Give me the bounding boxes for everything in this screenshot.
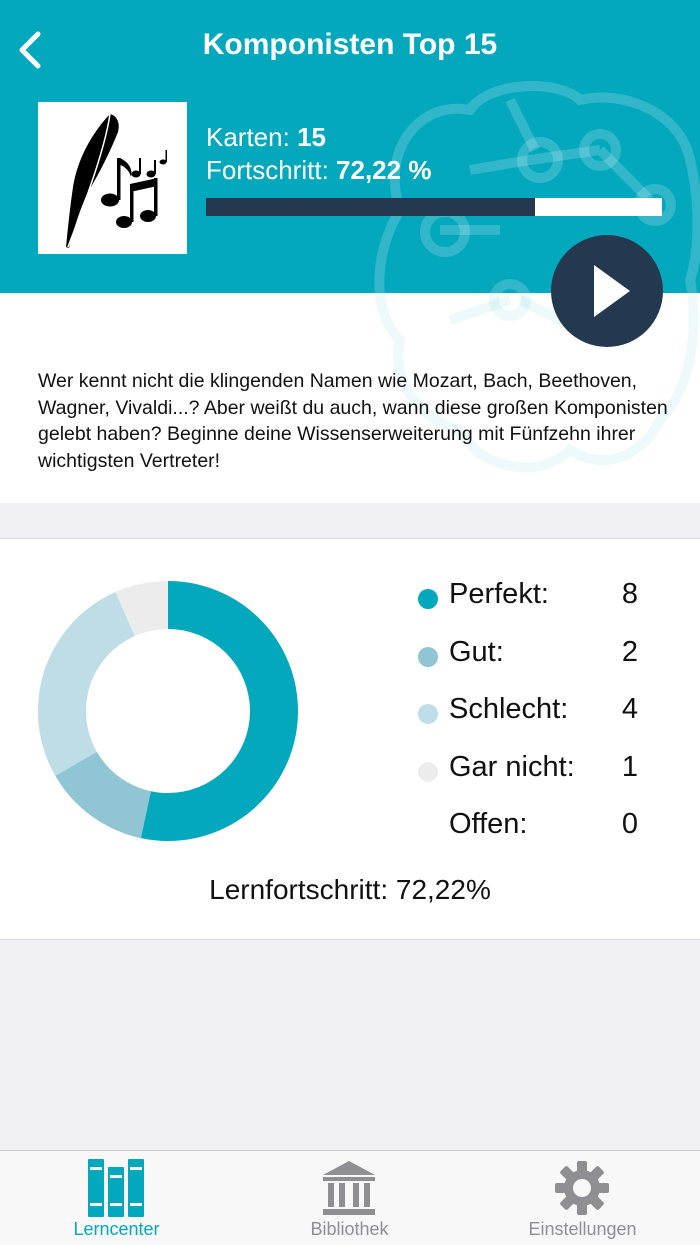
legend-value: 2 [621,635,638,668]
play-icon [594,265,630,317]
tab-lerncenter-label: Lerncenter [73,1219,160,1239]
legend-value: 8 [621,578,638,610]
fortschritt-value: 72,22 % [336,155,432,185]
library-icon [323,1161,375,1215]
tab-bibliothek-label: Bibliothek [310,1219,389,1239]
progress-donut-chart [38,581,298,841]
progress-bar-fill [206,198,536,216]
tab-einstellungen[interactable]: Einstellungen [466,1151,699,1245]
chart-legend: Perfekt: 8 Gut: 2 Schlecht: 4 Gar nicht: 1 Offen… [418,575,638,863]
legend-label: Schlecht: [449,693,569,725]
deck-cover-image [38,102,187,254]
tab-bar: Lerncenter Bibliothek Einstellungen [0,1150,700,1245]
legend-label: Gut: [449,635,504,668]
legend-row: Perfekt: 8 [418,575,638,633]
legend-dot [418,761,438,782]
statistics-section: Perfekt: 8 Gut: 2 Schlecht: 4 Gar nicht: 1 Offen… [0,538,700,940]
legend-value: 4 [621,693,638,725]
page-title: Komponisten Top 15 [202,28,498,61]
gear-icon [555,1161,609,1215]
legend-label: Perfekt: [449,578,549,610]
legend-dot [418,646,438,667]
tab-bibliothek[interactable]: Bibliothek [233,1151,466,1245]
karten-value: 15 [297,122,326,152]
fortschritt-label: Fortschritt: [206,155,329,185]
legend-row: Gut: 2 [418,633,638,691]
legend-dot [418,704,438,724]
tab-lerncenter[interactable]: Lerncenter [0,1151,233,1245]
deck-stats: Karten: 15 Fortschritt: 72,22 % [206,121,431,187]
quill-music-notes-icon [66,113,167,248]
books-icon [88,1159,144,1217]
progress-bar [206,198,662,216]
legend-row: Offen: 0 [418,805,638,863]
tab-einstellungen-label: Einstellungen [528,1219,637,1239]
deck-description: Wer kennt nicht die klingenden Namen wie… [38,370,668,472]
karten-line: Karten: 15 [206,121,431,154]
karten-label: Karten: [206,122,290,152]
legend-dot [418,589,438,609]
lernfortschritt-text: Lernfortschritt: 72,22% [209,874,491,905]
legend-value: 0 [621,808,638,840]
legend-row: Schlecht: 4 [418,690,638,748]
legend-label: Gar nicht: [449,750,575,783]
fortschritt-line: Fortschritt: 72,22 % [206,154,431,187]
play-button[interactable] [551,235,663,347]
legend-value: 1 [621,750,638,783]
legend-row: Gar nicht: 1 [418,748,638,806]
legend-label: Offen: [449,808,528,840]
